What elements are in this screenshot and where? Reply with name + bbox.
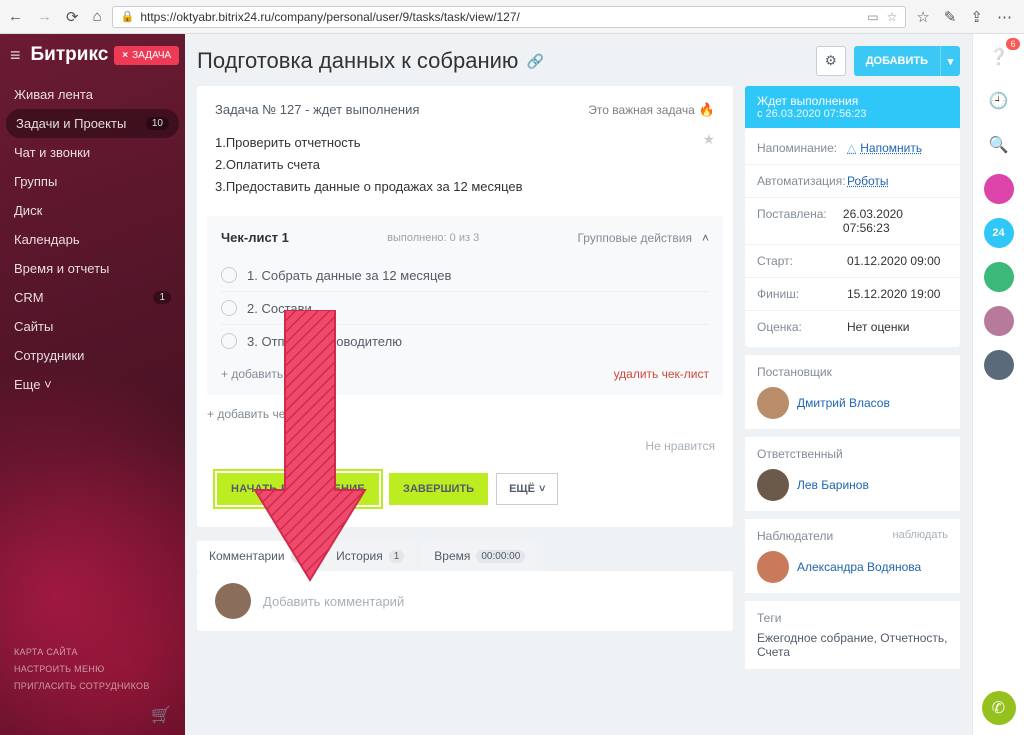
- browser-toolbar: ← → ⟳ ⌂ 🔒 https://oktyabr.bitrix24.ru/co…: [0, 0, 1024, 34]
- gear-icon: ⚙: [825, 53, 837, 69]
- checklist-progress: выполнено: 0 из 3: [289, 232, 578, 244]
- reload-icon[interactable]: ⟳: [66, 8, 79, 26]
- url-text: https://oktyabr.bitrix24.ru/company/pers…: [140, 10, 520, 24]
- add-button[interactable]: ДОБАВИТЬ▾: [854, 46, 960, 76]
- task-status: Задача № 127 - ждет выполнения: [215, 102, 419, 117]
- tab-time[interactable]: Время00:00:00: [422, 541, 537, 571]
- chevron-up-icon[interactable]: ˄: [702, 231, 709, 245]
- delete-checklist[interactable]: удалить чек-лист: [614, 367, 709, 381]
- bookmark-icon[interactable]: ☆: [887, 10, 898, 24]
- sidebar-item-tasks[interactable]: Задачи и Проекты10: [6, 109, 179, 138]
- sidebar-item-more[interactable]: Еще ˅: [0, 370, 185, 399]
- back-icon[interactable]: ←: [8, 8, 23, 26]
- link-icon[interactable]: 🔗: [526, 53, 543, 70]
- responsible-section: Ответственный Лев Баринов: [745, 437, 960, 511]
- sidebar-item-feed[interactable]: Живая лента: [0, 80, 185, 109]
- task-chip[interactable]: ×ЗАДАЧА: [114, 46, 179, 65]
- page-title: Подготовка данных к собранию 🔗: [197, 48, 544, 74]
- tags-value: Ежегодное собрание, Отчетность, Счета: [757, 631, 948, 659]
- sidebar-item-groups[interactable]: Группы: [0, 167, 185, 196]
- more-icon[interactable]: ⋯: [997, 8, 1012, 26]
- sidebar-item-drive[interactable]: Диск: [0, 196, 185, 225]
- watch-link[interactable]: наблюдать: [893, 529, 949, 543]
- close-icon[interactable]: ×: [122, 50, 128, 61]
- lock-icon: 🔒: [121, 10, 135, 23]
- dislike-link[interactable]: Не нравится: [197, 421, 733, 453]
- task-description: 1.Проверить отчетность 2.Оплатить счета …: [197, 128, 733, 216]
- checklist-item[interactable]: 3. Отправи руководителю: [221, 324, 709, 357]
- chevron-down-icon: ˅: [539, 483, 545, 495]
- right-rail: ❔ 6 🕘 🔍 24 ✆: [972, 34, 1024, 735]
- sidebar-item-employees[interactable]: Сотрудники: [0, 341, 185, 370]
- chevron-down-icon[interactable]: ▾: [940, 46, 960, 76]
- automation-link[interactable]: Роботы: [847, 174, 889, 188]
- sidebar-item-calendar[interactable]: Календарь: [0, 225, 185, 254]
- tab-comments[interactable]: Комментарии0: [197, 541, 318, 571]
- reminder-link[interactable]: △Напомнить: [847, 141, 922, 155]
- checklist-title: Чек-лист 1: [221, 230, 289, 245]
- cart-icon[interactable]: 🛒: [151, 705, 171, 725]
- fire-icon: 🔥: [699, 102, 715, 118]
- tags-section: Теги Ежегодное собрание, Отчетность, Сче…: [745, 601, 960, 669]
- avatar[interactable]: [984, 350, 1014, 380]
- comment-input-row[interactable]: Добавить комментарий: [197, 571, 733, 631]
- checklist-item[interactable]: 1. Собрать данные за 12 месяцев: [221, 259, 709, 291]
- avatar[interactable]: [984, 262, 1014, 292]
- call-button[interactable]: ✆: [982, 691, 1016, 725]
- important-badge: Это важная задача 🔥: [588, 102, 715, 118]
- reader-icon[interactable]: ▭: [867, 10, 878, 24]
- home-icon[interactable]: ⌂: [93, 8, 102, 26]
- avatar: [757, 551, 789, 583]
- favorites-icon[interactable]: ☆: [916, 8, 929, 26]
- avatar: [757, 387, 789, 419]
- share-icon[interactable]: ⇪: [970, 8, 983, 26]
- checkbox-icon[interactable]: [221, 300, 237, 316]
- forward-icon[interactable]: →: [37, 8, 52, 26]
- b24-badge[interactable]: 24: [984, 218, 1014, 248]
- tab-history[interactable]: История1: [324, 541, 416, 571]
- sidebar-item-time[interactable]: Время и отчеты: [0, 254, 185, 283]
- sidebar-item-chat[interactable]: Чат и звонки: [0, 138, 185, 167]
- invite-link[interactable]: ПРИГЛАСИТЬ СОТРУДНИКОВ: [14, 678, 171, 695]
- more-button[interactable]: ЕЩЁ ˅: [496, 473, 558, 505]
- sidebar-item-crm[interactable]: CRM1: [0, 283, 185, 312]
- url-bar[interactable]: 🔒 https://oktyabr.bitrix24.ru/company/pe…: [112, 6, 907, 28]
- start-button[interactable]: НАЧАТЬ ВЫПОЛНЕНИЕ: [215, 471, 381, 507]
- pen-icon[interactable]: ✎: [944, 8, 957, 26]
- configure-menu-link[interactable]: НАСТРОИТЬ МЕНЮ: [14, 661, 171, 678]
- hamburger-icon[interactable]: ≡: [10, 45, 21, 66]
- sitemap-link[interactable]: КАРТА САЙТА: [14, 644, 171, 661]
- checkbox-icon[interactable]: [221, 267, 237, 283]
- creator-section: Постановщик Дмитрий Власов: [745, 355, 960, 429]
- checklist-item[interactable]: 2. Состави: [221, 291, 709, 324]
- brand-logo: Битрикс: [31, 44, 109, 66]
- watchers-section: Наблюдателинаблюдать Александра Водянова: [745, 519, 960, 593]
- sidebar-item-sites[interactable]: Сайты: [0, 312, 185, 341]
- bell-icon: △: [847, 141, 856, 155]
- creator-link[interactable]: Дмитрий Власов: [797, 396, 890, 410]
- finish-button[interactable]: ЗАВЕРШИТЬ: [389, 473, 488, 505]
- star-icon[interactable]: ★: [702, 128, 715, 152]
- left-sidebar: ≡ Битрикс ×ЗАДАЧА Живая лента Задачи и П…: [0, 34, 185, 735]
- avatar[interactable]: [984, 306, 1014, 336]
- responsible-link[interactable]: Лев Баринов: [797, 478, 869, 492]
- notification-badge: 6: [1006, 38, 1019, 50]
- group-actions-link[interactable]: Групповые действия: [577, 231, 692, 245]
- add-checklist-item[interactable]: + добавить пу: [221, 367, 299, 381]
- comment-placeholder: Добавить комментарий: [263, 594, 404, 609]
- status-header: Ждет выполнения с 26.03.2020 07:56:23: [745, 86, 960, 128]
- add-new-checklist[interactable]: + добавить чек-л: [207, 407, 723, 421]
- avatar: [757, 469, 789, 501]
- search-icon[interactable]: 🔍: [984, 130, 1014, 160]
- clock-icon[interactable]: 🕘: [984, 86, 1014, 116]
- checkbox-icon[interactable]: [221, 333, 237, 349]
- avatar: [215, 583, 251, 619]
- avatar[interactable]: [984, 174, 1014, 204]
- settings-button[interactable]: ⚙: [816, 46, 846, 76]
- checklist: Чек-лист 1 выполнено: 0 из 3 Групповые д…: [207, 216, 723, 395]
- task-card: Задача № 127 - ждет выполнения Это важна…: [197, 86, 733, 527]
- watcher-link[interactable]: Александра Водянова: [797, 560, 921, 574]
